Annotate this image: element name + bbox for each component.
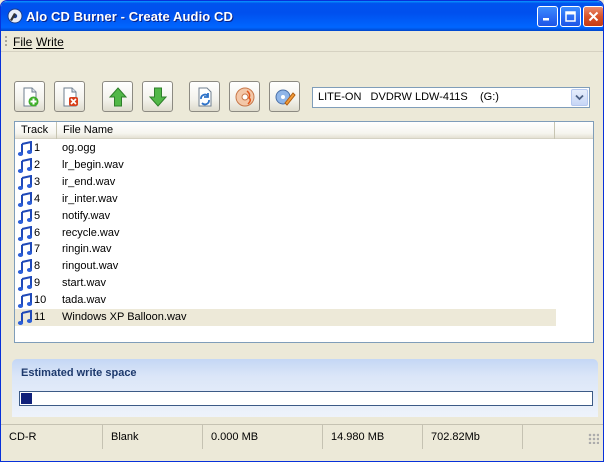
- track-number: 2: [34, 158, 41, 171]
- status-used: 0.000 MB: [203, 425, 323, 449]
- refresh-icon: [198, 87, 211, 106]
- track-file-name: ir_end.wav: [62, 175, 116, 188]
- maximize-button[interactable]: [560, 6, 581, 27]
- track-row[interactable]: 7 ringin.wav: [15, 241, 556, 258]
- track-number: 7: [34, 243, 41, 256]
- burn-button[interactable]: [229, 81, 260, 112]
- close-icon: [588, 11, 599, 22]
- move-down-button[interactable]: [142, 81, 173, 112]
- track-file-name: notify.wav: [62, 209, 111, 222]
- track-row[interactable]: 11 Windows XP Balloon.wav: [15, 309, 556, 326]
- track-number: 1: [34, 142, 41, 154]
- audio-file-icon: [17, 191, 33, 208]
- track-number: 4: [34, 192, 41, 205]
- track-file-name: ringin.wav: [62, 243, 112, 256]
- write-space-progress-fill: [21, 393, 32, 404]
- track-file-name: ir_inter.wav: [62, 192, 118, 205]
- menu-bar: File Write: [1, 31, 603, 52]
- audio-file-icon: [17, 292, 33, 309]
- column-file-name[interactable]: File Name: [57, 122, 555, 139]
- refresh-button[interactable]: [189, 81, 220, 112]
- write-space-title: Estimated write space: [21, 367, 137, 379]
- menu-grip: [5, 36, 7, 47]
- chevron-down-icon: [575, 94, 584, 101]
- audio-file-icon: [17, 225, 33, 242]
- add-file-button[interactable]: [14, 81, 45, 112]
- track-row[interactable]: 10 tada.wav: [15, 292, 556, 309]
- column-track[interactable]: Track: [15, 122, 57, 139]
- track-number: 6: [34, 226, 41, 239]
- track-list-header: Track File Name: [15, 122, 593, 139]
- track-number: 5: [34, 209, 41, 222]
- track-file-name: og.ogg: [62, 142, 96, 154]
- track-row[interactable]: 2 lr_begin.wav: [15, 157, 556, 174]
- drive-select[interactable]: LITE-ON DVDRW LDW-411S (G:): [312, 87, 590, 108]
- remove-file-icon: [63, 87, 78, 106]
- main-window: Alo CD Burner - Create Audio CD File Wri…: [0, 0, 604, 462]
- arrow-up-icon: [108, 86, 127, 106]
- minimize-icon: [543, 18, 549, 21]
- audio-file-icon: [17, 275, 33, 292]
- erase-icon: [275, 89, 296, 106]
- remove-file-button[interactable]: [54, 81, 85, 112]
- column-empty: [555, 122, 593, 139]
- track-row[interactable]: 8 ringout.wav: [15, 258, 556, 275]
- track-row[interactable]: 6 recycle.wav: [15, 225, 556, 242]
- resize-grip[interactable]: [588, 433, 599, 444]
- audio-file-icon: [17, 242, 33, 258]
- audio-file-icon: [17, 140, 33, 157]
- app-icon: [7, 8, 23, 24]
- audio-file-icon: [17, 157, 33, 174]
- track-file-name: recycle.wav: [62, 226, 120, 239]
- audio-file-icon: [17, 309, 33, 326]
- track-row[interactable]: 9 start.wav: [15, 275, 556, 292]
- track-file-name: start.wav: [62, 277, 107, 290]
- arrow-down-icon: [148, 87, 167, 107]
- status-state: Blank: [103, 425, 203, 449]
- status-total-used: 14.980 MB: [323, 425, 423, 449]
- erase-button[interactable]: [269, 81, 300, 112]
- track-number: 9: [34, 277, 41, 290]
- drive-select-value: LITE-ON DVDRW LDW-411S (G:): [318, 91, 499, 103]
- menu-write[interactable]: Write: [36, 35, 64, 49]
- maximize-icon: [565, 11, 576, 22]
- track-file-name: lr_begin.wav: [62, 158, 124, 171]
- track-row[interactable]: 5 notify.wav: [15, 208, 556, 225]
- write-space-panel: Estimated write space: [12, 359, 598, 417]
- track-row[interactable]: 1 og.ogg: [15, 140, 556, 157]
- burn-cd-icon: [235, 87, 254, 106]
- track-number: 11: [34, 311, 46, 323]
- drive-dropdown-button[interactable]: [571, 89, 588, 106]
- track-file-name: Windows XP Balloon.wav: [62, 311, 187, 323]
- track-number: 3: [34, 175, 41, 188]
- track-file-name: tada.wav: [62, 294, 107, 307]
- audio-file-icon: [17, 174, 33, 191]
- track-number: 10: [34, 294, 47, 307]
- track-number: 8: [34, 260, 41, 273]
- audio-file-icon: [17, 208, 33, 225]
- close-button[interactable]: [583, 6, 603, 27]
- track-file-name: ringout.wav: [62, 260, 119, 273]
- menu-file[interactable]: File: [13, 35, 32, 49]
- track-row[interactable]: 3 ir_end.wav: [15, 174, 556, 191]
- window-title: Alo CD Burner - Create Audio CD: [26, 9, 234, 24]
- track-list[interactable]: Track File Name 1 og.ogg 2 lr_begin.wav 3 ir_…: [14, 121, 594, 343]
- status-capacity: 702.82Mb: [423, 425, 523, 449]
- move-up-button[interactable]: [102, 81, 133, 112]
- minimize-button[interactable]: [537, 6, 558, 27]
- toolbar: LITE-ON DVDRW LDW-411S (G:): [1, 53, 603, 115]
- write-space-progress: [19, 391, 593, 406]
- title-bar[interactable]: Alo CD Burner - Create Audio CD: [1, 1, 603, 31]
- audio-file-icon: [17, 259, 33, 275]
- track-row[interactable]: 4 ir_inter.wav: [15, 191, 556, 208]
- status-bar: CD-R Blank 0.000 MB 14.980 MB 702.82Mb: [1, 424, 603, 449]
- add-file-icon: [23, 87, 38, 106]
- status-media: CD-R: [1, 425, 103, 449]
